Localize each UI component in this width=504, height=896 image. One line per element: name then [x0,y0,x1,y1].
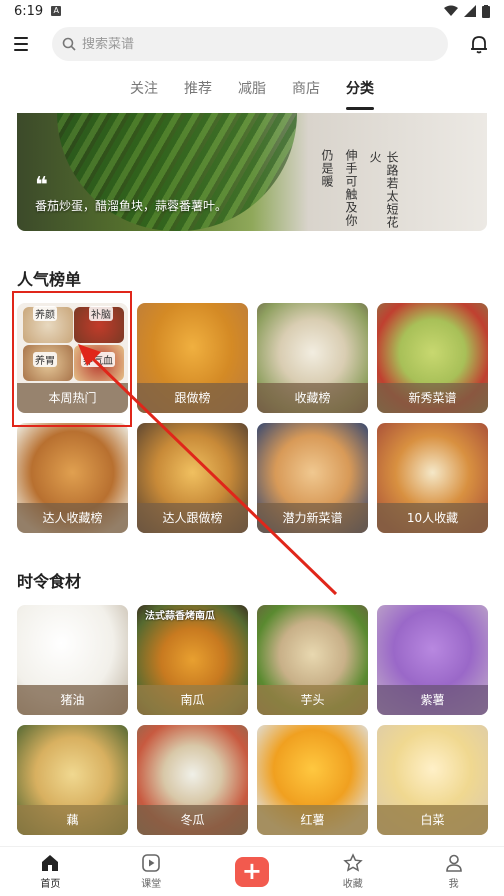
search-input[interactable] [82,36,412,52]
seasonal-item[interactable]: 法式蒜香烤南瓜 南瓜 [137,605,248,715]
tab-store[interactable]: 商店 [292,72,320,106]
tab-following[interactable]: 关注 [130,72,158,106]
banner[interactable]: ❝ 番茄炒蛋，醋溜鱼块，蒜蓉番薯叶。 仍是暖 伸手可触及你 长路若太短花火 [17,113,487,231]
seasonal-item[interactable]: 紫薯 [377,605,488,715]
popular-item[interactable]: 达人收藏榜 [17,423,128,533]
plus-icon: + [234,856,269,887]
seasonal-item-label: 红薯 [257,805,368,835]
banner-vertical-text: 仍是暖 [320,149,334,188]
nav-home[interactable]: 首页 [20,853,80,890]
section-title-seasonal: 时令食材 [17,572,82,591]
nav-me-label: 我 [448,879,459,890]
popular-item-label: 10人收藏 [377,503,488,533]
seasonal-item[interactable]: 藕 [17,725,128,835]
status-icons [444,4,490,18]
seasonal-item[interactable]: 红薯 [257,725,368,835]
tab-diet[interactable]: 减脂 [238,72,266,106]
seasonal-item[interactable]: 白菜 [377,725,488,835]
seasonal-overlay-text: 法式蒜香烤南瓜 [145,611,215,622]
seasonal-item-label: 白菜 [377,805,488,835]
popular-item-label: 新秀菜谱 [377,383,488,413]
play-icon [142,854,160,872]
status-time: 6:19 [14,3,44,19]
seasonal-item-label: 紫薯 [377,685,488,715]
popular-item[interactable]: 跟做榜 [137,303,248,413]
nav-favorites[interactable]: 收藏 [323,853,383,890]
popular-item-label: 达人收藏榜 [17,503,128,533]
quote-icon: ❝ [35,173,48,198]
seasonal-item-label: 藕 [17,805,128,835]
section-title-popular: 人气榜单 [17,270,82,289]
home-icon [42,855,59,871]
popular-item[interactable]: 10人收藏 [377,423,488,533]
seasonal-item[interactable]: 冬瓜 [137,725,248,835]
popular-item-label: 达人跟做榜 [137,503,248,533]
notification-icon: A [51,6,62,16]
popular-item[interactable]: 达人跟做榜 [137,423,248,533]
tab-recommended[interactable]: 推荐 [184,72,212,106]
bottom-nav: 首页 课堂 + 收藏 我 [0,846,504,896]
bell-icon[interactable] [468,33,490,55]
popular-item-label: 收藏榜 [257,383,368,413]
nav-classroom-label: 课堂 [141,879,162,890]
banner-vertical-text: 长路若太短花火 [368,151,399,229]
seasonal-item-label: 猪油 [17,685,128,715]
popular-item[interactable]: 收藏榜 [257,303,368,413]
battery-icon [482,4,490,18]
tab-categories[interactable]: 分类 [346,72,374,110]
user-icon [445,854,462,872]
popular-item-label: 跟做榜 [137,383,248,413]
status-bar: 6:19 A [0,0,504,22]
seasonal-item-label: 南瓜 [137,685,248,715]
seasonal-grid: 猪油 法式蒜香烤南瓜 南瓜 芋头 紫薯 藕 冬瓜 红薯 白菜 [17,605,489,835]
wifi-icon [444,5,458,16]
nav-classroom[interactable]: 课堂 [121,853,181,890]
star-icon [343,853,363,872]
top-bar [0,24,504,64]
popular-item[interactable]: 潜力新菜谱 [257,423,368,533]
seasonal-item[interactable]: 猪油 [17,605,128,715]
seasonal-item-label: 芋头 [257,685,368,715]
nav-add[interactable]: + [222,856,282,887]
nav-favorites-label: 收藏 [342,879,363,890]
seasonal-item-label: 冬瓜 [137,805,248,835]
menu-icon[interactable] [14,33,36,55]
popular-item[interactable]: 新秀菜谱 [377,303,488,413]
highlight-box [12,291,132,427]
signal-icon [464,5,476,17]
banner-caption: 番茄炒蛋，醋溜鱼块，蒜蓉番薯叶。 [35,199,228,213]
nav-me[interactable]: 我 [424,853,484,890]
banner-vertical-text: 伸手可触及你 [344,149,358,227]
nav-home-label: 首页 [40,879,61,890]
search-icon [62,37,76,51]
search-box[interactable] [52,27,448,61]
category-tabs: 关注 推荐 减脂 商店 分类 [0,72,504,110]
popular-item-label: 潜力新菜谱 [257,503,368,533]
seasonal-item[interactable]: 芋头 [257,605,368,715]
